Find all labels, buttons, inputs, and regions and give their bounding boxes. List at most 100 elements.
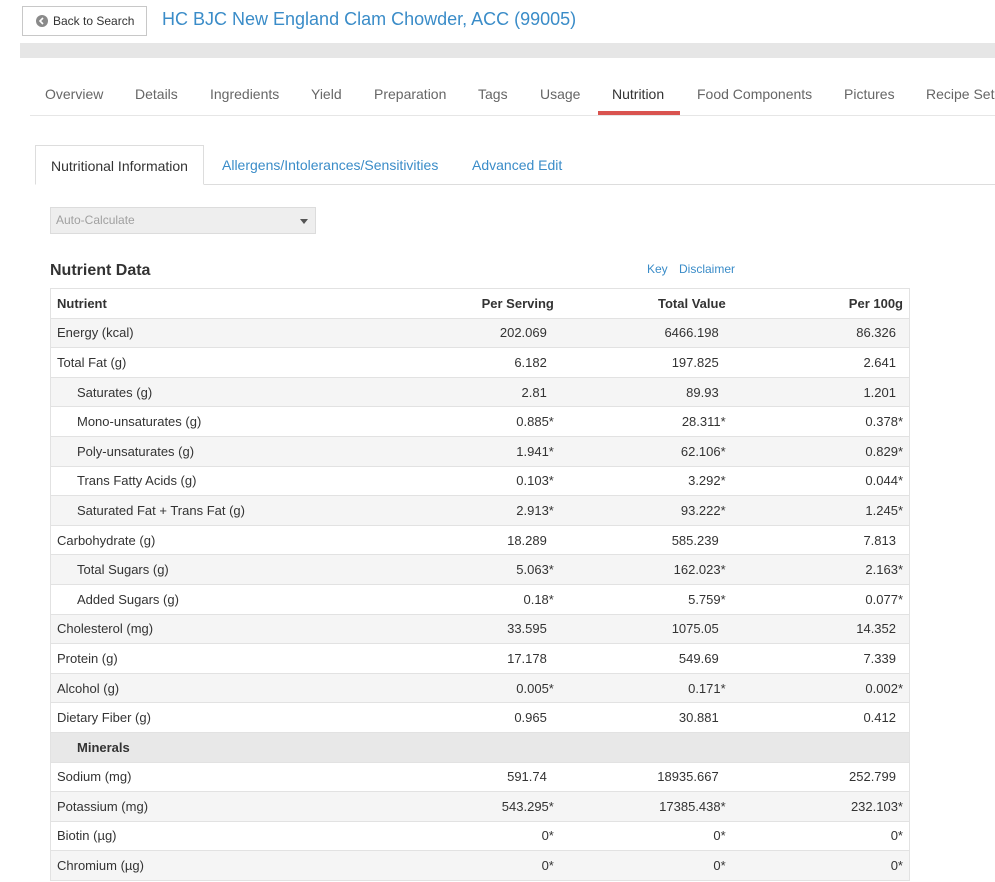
- per-serving-cell: 2.81: [350, 376, 560, 407]
- total-value-cell: 5.759*: [559, 583, 732, 615]
- nutrient-name-cell: Potassium (mg): [50, 791, 351, 822]
- disclaimer-link[interactable]: Disclaimer: [679, 262, 735, 276]
- table-row: Sodium (mg) 591.74 18935.667 252.799: [50, 761, 910, 792]
- per-100g-cell: 232.103*: [731, 791, 910, 822]
- per-serving-cell: 5.063*: [350, 554, 560, 585]
- total-value-cell: 0*: [559, 820, 732, 851]
- subtab-advanced-edit[interactable]: Advanced Edit: [472, 145, 562, 184]
- table-row: Chromium (µg) 0* 0* 0*: [50, 850, 910, 881]
- per-serving-cell: 0*: [350, 820, 560, 851]
- total-value-cell: 6466.198: [559, 317, 732, 348]
- per-serving-cell: 543.295*: [350, 791, 560, 822]
- table-section-row: Minerals: [50, 731, 910, 762]
- table-row: Total Sugars (g) 5.063* 162.023* 2.163*: [50, 554, 910, 585]
- per-100g-cell: 0*: [731, 820, 910, 851]
- per-100g-cell: 1.201: [731, 376, 910, 407]
- column-header-total-value: Total Value: [658, 295, 726, 311]
- total-value-cell: 3.292*: [559, 465, 732, 496]
- table-row: Trans Fatty Acids (g) 0.103* 3.292* 0.044*: [50, 465, 910, 496]
- tab-ingredients[interactable]: Ingredients: [210, 75, 279, 115]
- nutrient-name-cell: Alcohol (g): [50, 672, 351, 703]
- table-row: Added Sugars (g) 0.18* 5.759* 0.077*: [50, 583, 910, 615]
- back-to-search-button[interactable]: Back to Search: [22, 6, 147, 36]
- tab-nutrition[interactable]: Nutrition: [612, 75, 664, 115]
- nutrition-subtabs: Nutritional Information Allergens/Intole…: [35, 145, 995, 185]
- total-value-cell: 585.239: [559, 524, 732, 555]
- per-100g-cell: 7.813: [731, 524, 910, 555]
- nutrient-table: Nutrient Per Serving Total Value Per 100…: [50, 288, 910, 881]
- per-100g-cell: 0.077*: [731, 583, 910, 615]
- per-100g-cell: 86.326: [731, 317, 910, 348]
- tab-recipe-set[interactable]: Recipe Set: [926, 75, 994, 115]
- total-value-cell: 93.222*: [559, 495, 732, 526]
- nutrient-name-cell: Carbohydrate (g): [50, 524, 351, 555]
- table-row: Mono-unsaturates (g) 0.885* 28.311* 0.378*: [50, 406, 910, 437]
- per-serving-cell: 33.595: [350, 613, 560, 644]
- per-serving-cell: 17.178: [350, 643, 560, 674]
- total-value-cell: 162.023*: [559, 554, 732, 585]
- total-value-cell: 30.881: [559, 702, 732, 733]
- table-row: Carbohydrate (g) 18.289 585.239 7.813: [50, 524, 910, 555]
- table-row: Alcohol (g) 0.005* 0.171* 0.002*: [50, 672, 910, 703]
- total-value-cell: 0*: [559, 850, 732, 881]
- nutrient-name-cell: Sodium (mg): [50, 761, 351, 792]
- per-100g-cell: 1.245*: [731, 495, 910, 526]
- nutrient-name-cell: Poly-unsaturates (g): [50, 435, 351, 467]
- calculation-mode-select[interactable]: Auto-Calculate: [50, 207, 316, 234]
- nutrient-name-cell: Chromium (µg): [50, 850, 351, 881]
- per-serving-cell: 1.941*: [350, 435, 560, 467]
- per-serving-cell: 0.885*: [350, 406, 560, 437]
- tab-details[interactable]: Details: [135, 75, 178, 115]
- per-100g-cell: 0.044*: [731, 465, 910, 496]
- total-value-cell: 197.825: [559, 347, 732, 378]
- nutrient-data-title: Nutrient Data: [50, 262, 151, 279]
- total-value-cell: 1075.05: [559, 613, 732, 644]
- main-tabs: Overview Details Ingredients Yield Prepa…: [30, 75, 995, 116]
- subtab-nutritional-information[interactable]: Nutritional Information: [35, 145, 204, 185]
- per-100g-cell: 0*: [731, 850, 910, 881]
- table-row: Biotin (µg) 0* 0* 0*: [50, 820, 910, 851]
- per-100g-cell: 2.641: [731, 347, 910, 378]
- nutrient-name-cell: Trans Fatty Acids (g): [50, 465, 351, 496]
- per-100g-cell: 0.412: [731, 702, 910, 733]
- table-row: Poly-unsaturates (g) 1.941* 62.106* 0.829*: [50, 435, 910, 467]
- per-100g-cell: 0.378*: [731, 406, 910, 437]
- tab-pictures[interactable]: Pictures: [844, 75, 895, 115]
- table-row: Dietary Fiber (g) 0.965 30.881 0.412: [50, 702, 910, 733]
- nutrient-name-cell: Dietary Fiber (g): [50, 702, 351, 733]
- per-serving-cell: 0.005*: [350, 672, 560, 703]
- tab-overview[interactable]: Overview: [45, 75, 103, 115]
- column-header-nutrient: Nutrient: [57, 295, 107, 311]
- table-row: Potassium (mg) 543.295* 17385.438* 232.103*: [50, 791, 910, 822]
- per-serving-cell: 18.289: [350, 524, 560, 555]
- nutrient-name-cell: Mono-unsaturates (g): [50, 406, 351, 437]
- table-header-row: Nutrient Per Serving Total Value Per 100…: [51, 289, 910, 319]
- table-row: Saturated Fat + Trans Fat (g) 2.913* 93.22…: [50, 495, 910, 526]
- table-row: Energy (kcal) 202.069 6466.198 86.326: [50, 317, 910, 348]
- subtab-allergens[interactable]: Allergens/Intolerances/Sensitivities: [222, 145, 438, 184]
- table-row: Saturates (g) 2.81 89.93 1.201: [50, 376, 910, 407]
- tab-food-components[interactable]: Food Components: [697, 75, 812, 115]
- total-value-cell: 62.106*: [559, 435, 732, 467]
- header-divider-bar: [20, 43, 995, 58]
- table-row: Cholesterol (mg) 33.595 1075.05 14.352: [50, 613, 910, 644]
- column-header-per-serving: Per Serving: [481, 295, 554, 311]
- tab-tags[interactable]: Tags: [478, 75, 508, 115]
- total-value-cell: 89.93: [559, 376, 732, 407]
- per-100g-cell: 14.352: [731, 613, 910, 644]
- caret-down-icon: [300, 219, 308, 224]
- tab-yield[interactable]: Yield: [311, 75, 342, 115]
- total-value-cell: 28.311*: [559, 406, 732, 437]
- section-label: Minerals: [50, 731, 910, 762]
- tab-usage[interactable]: Usage: [540, 75, 580, 115]
- page-title: HC BJC New England Clam Chowder, ACC (99…: [162, 9, 577, 29]
- key-link[interactable]: Key: [647, 262, 668, 276]
- tab-preparation[interactable]: Preparation: [374, 75, 446, 115]
- total-value-cell: 0.171*: [559, 672, 732, 703]
- per-100g-cell: 0.829*: [731, 435, 910, 467]
- table-row: Protein (g) 17.178 549.69 7.339: [50, 643, 910, 674]
- nutrient-name-cell: Total Fat (g): [50, 347, 351, 378]
- total-value-cell: 17385.438*: [559, 791, 732, 822]
- nutrient-name-cell: Saturates (g): [50, 376, 351, 407]
- per-serving-cell: 0*: [350, 850, 560, 881]
